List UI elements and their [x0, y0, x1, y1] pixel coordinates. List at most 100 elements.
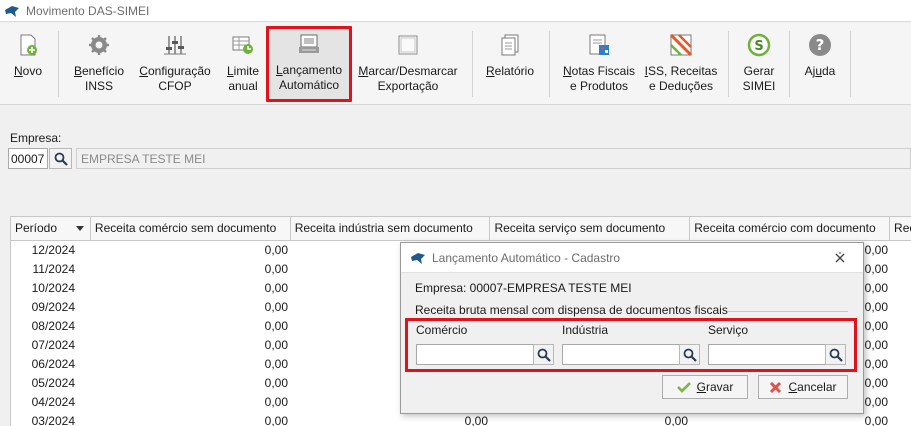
notas-fiscais-label: Notas Fiscais e Produtos	[562, 64, 636, 93]
invoice-icon	[589, 34, 609, 55]
gear-icon	[89, 35, 109, 55]
table-cell-periodo: 05/2024	[31, 376, 75, 390]
ribbon-toolbar: Novo Benefício INSS Configuração CFOP Li…	[0, 23, 911, 105]
lancamento-automatico-label: Lançamento Automático	[275, 63, 343, 92]
table-cell-c1: 0,00	[264, 243, 288, 257]
marcar-desmarcar-exportacao-button[interactable]: Marcar/Desmarcar Exportação	[356, 27, 460, 101]
beneficio-inss-label: Benefício INSS	[73, 64, 125, 93]
cancelar-button[interactable]: Cancelar	[758, 375, 848, 399]
comercio-label: Comércio	[416, 323, 468, 337]
window-titlebar: Movimento DAS-SIMEI	[0, 0, 911, 22]
dialog-empresa-text: Empresa: 00007-EMPRESA TESTE MEI	[415, 281, 632, 295]
notas-fiscais-produtos-button[interactable]: Notas Fiscais e Produtos	[560, 27, 638, 101]
gravar-label: Gravar	[696, 380, 734, 394]
column-header-rec[interactable]: Rec	[890, 217, 911, 241]
marcar-desmarcar-label: Marcar/Desmarcar Exportação	[358, 64, 458, 93]
configuracao-cfop-label: Configuração CFOP	[139, 64, 211, 93]
table-cell-c3: 0,00	[664, 414, 688, 426]
cancelar-label: Cancelar	[788, 380, 837, 394]
toolbar-separator	[549, 31, 550, 97]
dialog-title: Lançamento Automático - Cadastro	[432, 250, 621, 265]
configuracao-cfop-button[interactable]: Configuração CFOP	[136, 27, 214, 101]
table-cell-periodo: 04/2024	[31, 395, 75, 409]
table-cell-c1: 0,00	[264, 414, 288, 426]
gerar-simei-label: Gerar SIMEI	[742, 64, 776, 93]
toolbar-separator	[472, 31, 473, 97]
beneficio-inss-button[interactable]: Benefício INSS	[68, 27, 130, 101]
toolbar-separator	[728, 31, 729, 97]
ajuda-label: Ajuda	[804, 64, 836, 78]
table-cell-periodo: 10/2024	[31, 281, 75, 295]
relatorio-label: Relatório	[485, 64, 535, 78]
novo-label: Novo	[13, 64, 43, 78]
relatorio-button[interactable]: Relatório	[482, 27, 538, 101]
config-sliders-icon	[164, 36, 186, 55]
grid-header: Período Receita comércio sem documento R…	[11, 217, 911, 241]
table-row[interactable]: 03/2024 0,00 0,00 0,00 0,00	[11, 412, 911, 426]
toolbar-separator	[58, 31, 59, 97]
search-icon	[537, 348, 551, 362]
checkmark-icon	[676, 382, 691, 393]
table-cell-periodo: 12/2024	[31, 243, 75, 257]
table-cell-c1: 0,00	[264, 338, 288, 352]
svg-text:?: ?	[816, 36, 825, 54]
table-cell-periodo: 08/2024	[31, 319, 75, 333]
table-cell-c1: 0,00	[264, 395, 288, 409]
table-cell-c4: 0,00	[864, 414, 888, 426]
table-cell-periodo: 07/2024	[31, 338, 75, 352]
table-cell-c1: 0,00	[264, 300, 288, 314]
checkbox-icon	[398, 35, 418, 55]
iss-receitas-label: ISS, Receitas e Deduções	[644, 64, 718, 93]
table-cell-periodo: 11/2024	[32, 262, 76, 276]
industria-label: Indústria	[562, 323, 609, 337]
column-header-receita-industria-sem-doc[interactable]: Receita indústria sem documento	[291, 217, 491, 241]
auto-posting-icon	[299, 34, 319, 53]
iss-receitas-deducoes-button[interactable]: ISS, Receitas e Deduções	[644, 27, 718, 101]
table-cell-periodo: 09/2024	[31, 300, 75, 314]
novo-button[interactable]: Novo	[8, 27, 48, 101]
column-header-receita-comercio-com-doc[interactable]: Receita comércio com documento	[690, 217, 891, 241]
lancamento-automatico-button[interactable]: Lançamento Automático	[266, 26, 352, 102]
help-icon: ?	[809, 34, 831, 56]
empresa-code-input[interactable]: 00007	[8, 148, 48, 169]
dialog-close-button[interactable]	[829, 249, 851, 267]
close-icon	[835, 252, 845, 262]
lancamento-automatico-dialog: Lançamento Automático - Cadastro Empresa…	[400, 242, 864, 414]
empresa-label: Empresa:	[10, 131, 62, 145]
dialog-titlebar: Lançamento Automático - Cadastro	[401, 243, 863, 273]
dialog-section-title: Receita bruta mensal com dispensa de doc…	[415, 303, 728, 317]
window-title: Movimento DAS-SIMEI	[26, 3, 150, 18]
column-header-receita-servico-sem-doc[interactable]: Receita serviço sem documento	[490, 217, 691, 241]
table-cell-c1: 0,00	[264, 357, 288, 371]
report-icon	[501, 34, 519, 56]
app-logo-icon	[5, 5, 19, 17]
search-icon	[829, 348, 843, 362]
app-logo-icon	[411, 252, 425, 264]
table-cell-periodo: 03/2024	[31, 414, 75, 426]
generate-simei-icon: S	[747, 33, 771, 57]
industria-input[interactable]	[562, 344, 680, 365]
gerar-simei-button[interactable]: S Gerar SIMEI	[738, 27, 780, 101]
empresa-name-field: EMPRESA TESTE MEI	[76, 148, 911, 169]
comercio-search-button[interactable]	[533, 344, 554, 365]
gravar-button[interactable]: Gravar	[662, 375, 748, 399]
new-document-icon	[20, 34, 37, 56]
ajuda-button[interactable]: ? Ajuda	[799, 27, 841, 101]
servico-input[interactable]	[708, 344, 826, 365]
search-icon	[54, 152, 68, 166]
cancel-x-icon	[770, 381, 782, 393]
limite-anual-button[interactable]: Limite anual	[222, 27, 264, 101]
table-cell-c1: 0,00	[264, 319, 288, 333]
servico-search-button[interactable]	[825, 344, 846, 365]
svg-text:S: S	[754, 39, 763, 54]
column-header-receita-comercio-sem-doc[interactable]: Receita comércio sem documento	[91, 217, 291, 241]
limite-anual-label: Limite anual	[226, 64, 260, 93]
tax-icon	[669, 33, 693, 57]
sort-arrow-icon	[75, 226, 84, 231]
empresa-search-button[interactable]	[49, 148, 72, 169]
industria-search-button[interactable]	[679, 344, 700, 365]
comercio-input[interactable]	[416, 344, 534, 365]
table-cell-c1: 0,00	[264, 281, 288, 295]
column-header-periodo[interactable]: Período	[11, 217, 91, 241]
table-cell-c1: 0,00	[264, 262, 288, 276]
